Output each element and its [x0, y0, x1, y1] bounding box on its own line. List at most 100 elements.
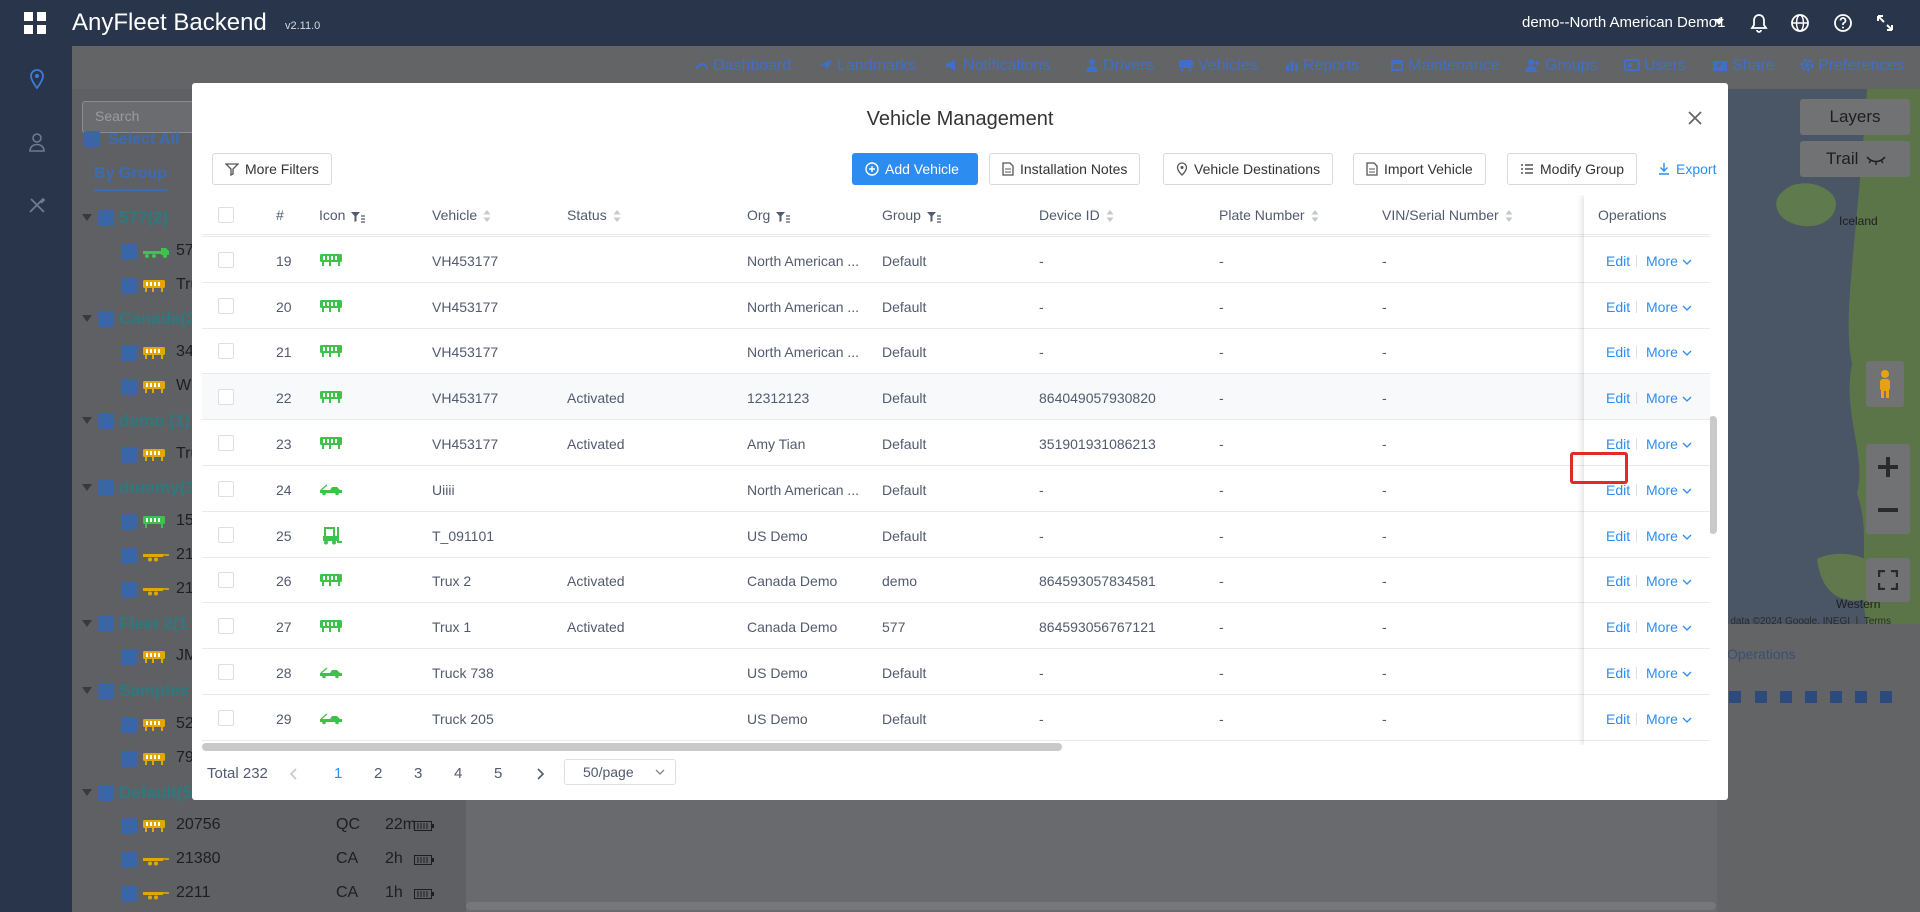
row-checkbox[interactable]	[218, 709, 234, 726]
export-link[interactable]: Export	[1658, 161, 1716, 177]
cell-plate-number: -	[1219, 390, 1224, 407]
page-3[interactable]: 3	[414, 765, 422, 782]
cell-vin: -	[1382, 481, 1387, 498]
more-dropdown[interactable]: More	[1646, 253, 1692, 269]
table-horizontal-scrollbar[interactable]	[202, 743, 1062, 751]
sort-icon[interactable]	[1505, 209, 1513, 223]
page-1[interactable]: 1	[334, 765, 342, 782]
row-checkbox[interactable]	[218, 664, 234, 680]
cell-vehicle: VH453177	[432, 252, 499, 269]
edit-link[interactable]: Edit	[1606, 482, 1630, 498]
more-dropdown[interactable]: More	[1646, 711, 1692, 727]
close-icon[interactable]	[1686, 109, 1704, 127]
more-dropdown[interactable]: More	[1646, 573, 1692, 589]
col-status[interactable]: Status	[567, 207, 621, 223]
cell-org: North American ...	[747, 298, 860, 315]
col-device-id[interactable]: Device ID	[1039, 207, 1114, 223]
divider	[1636, 300, 1637, 313]
chevron-down-icon	[655, 769, 665, 775]
more-dropdown[interactable]: More	[1646, 299, 1692, 315]
edit-link[interactable]: Edit	[1606, 344, 1630, 360]
installation-notes-button[interactable]: Installation Notes	[989, 153, 1141, 185]
edit-link[interactable]: Edit	[1606, 390, 1630, 406]
vehicle-destinations-button[interactable]: Vehicle Destinations	[1163, 153, 1334, 185]
divider	[1636, 712, 1637, 725]
filter-icon[interactable]	[351, 211, 366, 223]
row-checkbox[interactable]	[218, 297, 234, 314]
row-checkbox[interactable]	[218, 618, 234, 635]
row-checkbox[interactable]	[218, 343, 234, 360]
more-dropdown[interactable]: More	[1646, 619, 1692, 635]
row-checkbox[interactable]	[218, 389, 234, 406]
edit-link[interactable]: Edit	[1606, 711, 1630, 727]
more-dropdown[interactable]: More	[1646, 482, 1692, 498]
cell-plate-number: -	[1219, 344, 1224, 361]
row-checkbox[interactable]	[218, 435, 234, 451]
page-4[interactable]: 4	[454, 765, 462, 782]
cell-vehicle: Truck 738	[432, 665, 494, 681]
edit-link[interactable]: Edit	[1606, 528, 1630, 544]
pagination: Total 232 1 2 3 4 5 50/page	[192, 755, 1728, 795]
add-vehicle-button[interactable]: Add Vehicle	[852, 153, 978, 185]
divider	[1636, 621, 1637, 634]
cell-org: US Demo	[747, 527, 808, 544]
vehicle-management-modal: Vehicle Management More Filters Add Vehi…	[192, 83, 1728, 800]
edit-link[interactable]: Edit	[1606, 299, 1630, 315]
page-2[interactable]: 2	[374, 765, 382, 782]
chevron-right-icon[interactable]	[534, 768, 546, 780]
chevron-left-icon[interactable]	[288, 768, 300, 780]
more-dropdown[interactable]: More	[1646, 436, 1692, 452]
col-plate-number[interactable]: Plate Number	[1219, 207, 1319, 223]
page-size-select[interactable]: 50/page	[564, 759, 676, 785]
edit-link[interactable]: Edit	[1606, 619, 1630, 635]
cell-vehicle: Trux 2	[432, 573, 472, 590]
cell-vin: -	[1382, 527, 1387, 544]
row-checkbox[interactable]	[218, 526, 234, 543]
row-checkbox[interactable]	[218, 251, 234, 268]
col-vin[interactable]: VIN/Serial Number	[1382, 207, 1513, 223]
filter-icon[interactable]	[926, 211, 941, 223]
row-checkbox[interactable]	[218, 480, 234, 497]
cell-group: Default	[882, 436, 927, 452]
filter-icon[interactable]	[776, 211, 791, 223]
cell-vin: -	[1382, 344, 1387, 361]
modal-title: Vehicle Management	[866, 108, 1054, 130]
modify-group-button[interactable]: Modify Group	[1507, 153, 1638, 185]
sort-icon[interactable]	[1311, 209, 1319, 223]
more-dropdown[interactable]: More	[1646, 390, 1692, 406]
edit-link[interactable]: Edit	[1606, 573, 1630, 589]
table-row: 25 T_091101 US Demo Default - - -	[202, 512, 1710, 558]
table-row: 24 Uiiii North American ... Default - - -	[202, 466, 1710, 512]
row-checkbox[interactable]	[218, 572, 234, 589]
more-dropdown[interactable]: More	[1646, 665, 1692, 681]
cell-device-id: -	[1039, 710, 1044, 727]
chevron-down-icon	[1682, 488, 1692, 494]
cell-num: 21	[276, 344, 292, 361]
col-vehicle[interactable]: Vehicle	[432, 207, 491, 223]
import-vehicle-button[interactable]: Import Vehicle	[1353, 153, 1486, 185]
cell-vin: -	[1382, 665, 1387, 681]
cell-plate-number: -	[1219, 298, 1224, 315]
col-icon[interactable]: Icon	[319, 207, 366, 223]
edit-link[interactable]: Edit	[1606, 253, 1630, 269]
more-dropdown[interactable]: More	[1646, 528, 1692, 544]
table-row: 29 Truck 205 US Demo Default - - -	[202, 695, 1710, 741]
cell-status: Activated	[567, 619, 625, 636]
more-filters-button[interactable]: More Filters	[212, 153, 332, 185]
chevron-down-icon	[1682, 625, 1692, 632]
col-org[interactable]: Org	[747, 207, 791, 223]
sort-icon[interactable]	[483, 209, 491, 223]
table-row: 21 VH453177 North American ... Default - - -	[202, 328, 1710, 375]
edit-link[interactable]: Edit	[1606, 665, 1630, 681]
page-5[interactable]: 5	[494, 765, 502, 782]
select-all-rows-checkbox[interactable]	[218, 207, 234, 223]
cell-group: Default	[882, 298, 927, 315]
edit-link[interactable]: Edit	[1606, 436, 1630, 452]
cell-group: demo	[882, 573, 918, 590]
sort-icon[interactable]	[613, 209, 621, 223]
table-row: 28 Truck 738 US Demo Default - - -	[202, 649, 1710, 695]
table-vertical-scrollbar[interactable]	[1709, 416, 1717, 534]
sort-icon[interactable]	[1106, 209, 1114, 223]
more-dropdown[interactable]: More	[1646, 344, 1692, 360]
col-group[interactable]: Group	[882, 207, 941, 223]
